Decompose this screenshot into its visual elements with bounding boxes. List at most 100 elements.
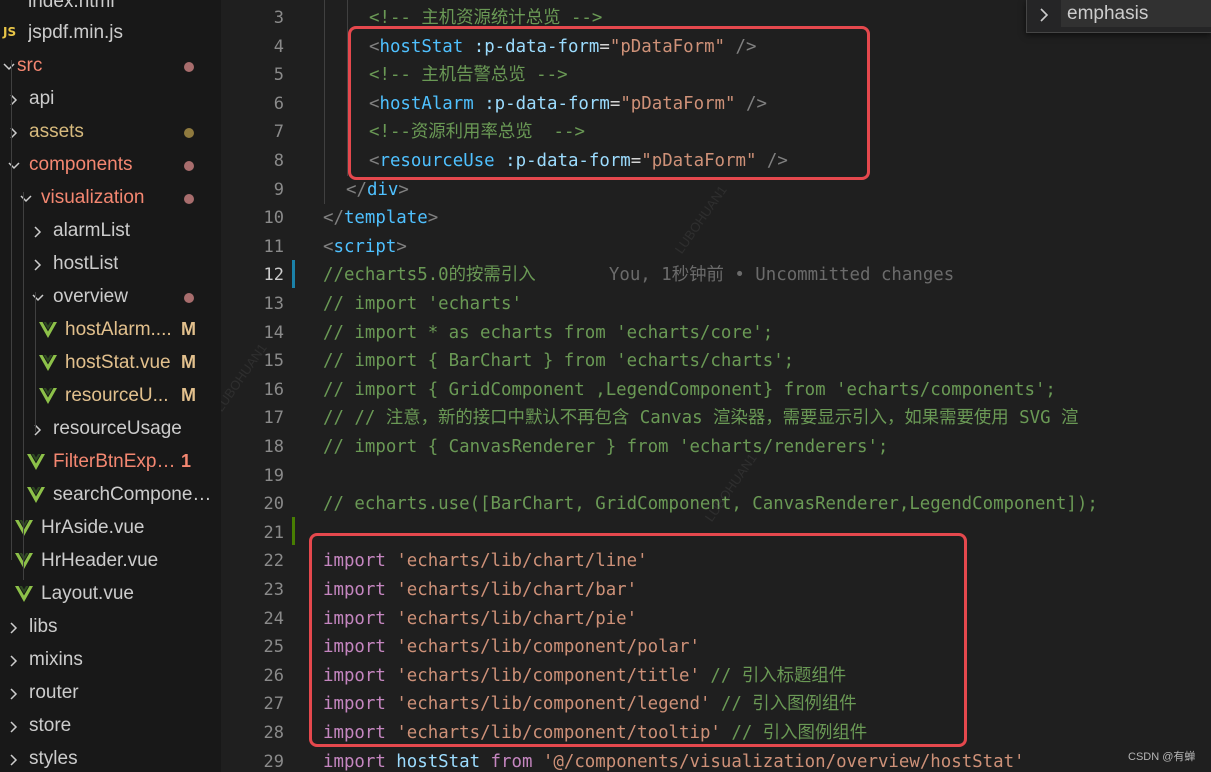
vue-file-icon xyxy=(39,388,57,404)
code-line[interactable]: <!-- 主机资源统计总览 --> xyxy=(369,4,602,32)
code-token: // // 注意，新的接口中默认不再包含 Canvas 渲染器，需要显示引入，如… xyxy=(323,408,1079,429)
tree-item-hrheader-vue[interactable]: HrHeader.vue xyxy=(0,545,221,578)
tree-item-hraside-vue[interactable]: HrAside.vue xyxy=(0,512,221,545)
tree-item-searchcomponen[interactable]: searchComponen... xyxy=(0,479,221,512)
tree-item-jspdf-min-js[interactable]: JS jspdf.min.js xyxy=(0,17,221,50)
code-token: hostStat xyxy=(379,36,464,57)
tree-item-resourceu[interactable]: resourceU... M xyxy=(0,380,221,413)
tree-indent-guide xyxy=(11,60,12,560)
code-line[interactable]: import 'echarts/lib/component/title' // … xyxy=(323,662,846,690)
tree-item-router[interactable]: router xyxy=(0,677,221,710)
tree-item-label: Layout.vue xyxy=(41,583,134,604)
tree-item-store[interactable]: store xyxy=(0,710,221,743)
tree-item-styles[interactable]: styles xyxy=(0,743,221,772)
tree-item-label: components xyxy=(29,154,133,175)
tree-item-label: overview xyxy=(53,286,128,307)
code-line[interactable]: <hostStat :p-data-form="pDataForm" /> xyxy=(369,33,756,61)
tree-item-mixins[interactable]: mixins xyxy=(0,644,221,677)
code-line[interactable]: <hostAlarm :p-data-form="pDataForm" /> xyxy=(369,90,767,118)
chevron-right-icon[interactable] xyxy=(7,720,21,734)
tree-item-label: resourceUsage xyxy=(53,418,182,439)
chevron-right-icon[interactable] xyxy=(31,258,45,272)
chevron-down-icon[interactable] xyxy=(2,60,16,74)
tree-item-hoststat-vue[interactable]: hostStat.vue M xyxy=(0,347,221,380)
code-line[interactable]: import 'echarts/lib/chart/pie' xyxy=(323,605,637,633)
chevron-right-icon[interactable] xyxy=(7,93,21,107)
code-token: // import { GridComponent ,LegendCompone… xyxy=(323,379,1056,400)
tree-item-resourceusage[interactable]: resourceUsage xyxy=(0,413,221,446)
chevron-right-icon[interactable] xyxy=(7,126,21,140)
code-line[interactable]: import 'echarts/lib/component/polar' xyxy=(323,633,700,661)
tree-item-hostlist[interactable]: hostList xyxy=(0,248,221,281)
tree-item-alarmlist[interactable]: alarmList xyxy=(0,215,221,248)
code-line[interactable]: import hostStat from '@/components/visua… xyxy=(323,748,1025,772)
line-number: 9 xyxy=(273,179,284,200)
code-token: < xyxy=(369,151,380,171)
code-token: /> xyxy=(725,36,757,57)
chevron-down-icon[interactable] xyxy=(19,192,33,206)
tree-item-components[interactable]: components xyxy=(0,149,221,182)
code-line[interactable]: </template> xyxy=(323,204,438,232)
tree-item-visualization[interactable]: visualization xyxy=(0,182,221,215)
code-line[interactable]: import 'echarts/lib/component/tooltip' /… xyxy=(323,719,867,747)
code-line[interactable]: <script> xyxy=(323,233,407,261)
code-token: < xyxy=(369,36,380,57)
code-line[interactable]: <!--资源利用率总览 --> xyxy=(369,118,585,146)
code-line[interactable]: // import { CanvasRenderer } from 'echar… xyxy=(323,433,888,461)
watermark: LUBOHUAN1 xyxy=(671,182,730,257)
code-token: = xyxy=(630,151,642,171)
line-number: 4 xyxy=(273,36,284,57)
tree-item-src[interactable]: src xyxy=(0,50,221,83)
chevron-right-icon[interactable] xyxy=(7,654,21,668)
code-line[interactable]: import 'echarts/lib/chart/bar' xyxy=(323,576,637,604)
code-line[interactable]: <resourceUse :p-data-form="pDataForm" /> xyxy=(369,147,788,175)
code-token: import xyxy=(323,580,386,600)
tree-item-label: jspdf.min.js xyxy=(28,22,124,43)
indent-guide xyxy=(347,0,348,176)
tree-item-hostalarm[interactable]: hostAlarm.... M xyxy=(0,314,221,347)
chevron-right-icon[interactable] xyxy=(7,753,21,767)
chevron-right-icon[interactable] xyxy=(31,225,45,239)
code-editor[interactable]: 3 4 5 6 7 8 9 10 11 12 13 14 15 16 17 18 19 20 21 22 23 24 25 2… xyxy=(221,0,1211,772)
chevron-down-icon[interactable] xyxy=(7,159,21,173)
code-token: < xyxy=(323,236,334,257)
code-line[interactable]: // import * as echarts from 'echarts/cor… xyxy=(323,319,773,347)
git-added-marker[interactable] xyxy=(292,517,295,545)
tree-item-label: libs xyxy=(29,616,58,637)
code-line[interactable]: import 'echarts/lib/component/legend' //… xyxy=(323,690,857,718)
line-number: 17 xyxy=(263,408,284,429)
chevron-right-icon[interactable] xyxy=(31,423,45,437)
tree-item-overview[interactable]: overview xyxy=(0,281,221,314)
tree-item-label: src xyxy=(17,55,43,76)
tree-item-filterbtnexpo[interactable]: FilterBtnExpo... 1 xyxy=(0,446,221,479)
code-line[interactable]: // import { BarChart } from 'echarts/cha… xyxy=(323,347,794,375)
tree-item-layout-vue[interactable]: Layout.vue xyxy=(0,578,221,611)
code-line[interactable]: //echarts5.0的按需引入 You, 1秒钟前 • Uncommitte… xyxy=(323,261,954,289)
chevron-right-icon[interactable] xyxy=(7,687,21,701)
line-number: 6 xyxy=(273,93,284,114)
code-line[interactable]: </div> xyxy=(346,176,409,204)
code-token: > xyxy=(396,236,407,257)
line-number: 13 xyxy=(263,294,284,314)
code-token: "pDataForm" xyxy=(641,151,757,171)
git-modified-marker[interactable] xyxy=(292,260,295,288)
find-input[interactable] xyxy=(1061,0,1211,27)
tree-item-libs[interactable]: libs xyxy=(0,611,221,644)
line-number: 8 xyxy=(273,151,284,171)
modified-dot-icon xyxy=(184,128,194,138)
code-line[interactable]: // import { GridComponent ,LegendCompone… xyxy=(323,376,1056,404)
line-number: 26 xyxy=(263,665,284,686)
code-line[interactable]: // import 'echarts' xyxy=(323,290,522,318)
tree-item-label: mixins xyxy=(29,649,83,670)
code-line[interactable]: // // 注意，新的接口中默认不再包含 Canvas 渲染器，需要显示引入，如… xyxy=(323,404,1078,432)
indent-guide xyxy=(324,0,325,204)
code-line[interactable]: import 'echarts/lib/chart/line' xyxy=(323,547,648,575)
chevron-down-icon[interactable] xyxy=(31,291,45,305)
code-token: 'echarts/lib/component/polar' xyxy=(396,637,700,658)
code-line[interactable]: <!-- 主机告警总览 --> xyxy=(369,61,568,89)
tree-item-assets[interactable]: assets xyxy=(0,116,221,149)
tree-item-api[interactable]: api xyxy=(0,83,221,116)
chevron-right-icon[interactable] xyxy=(7,621,21,635)
chevron-right-icon[interactable] xyxy=(1035,4,1053,26)
